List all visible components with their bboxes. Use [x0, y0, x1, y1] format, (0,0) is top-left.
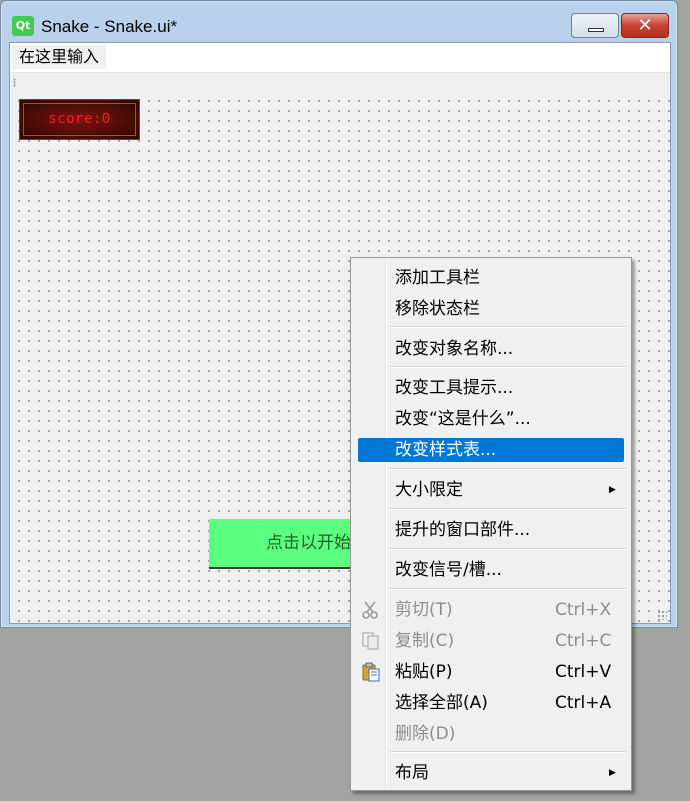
- menu-item-remove-statusbar[interactable]: 移除状态栏: [354, 297, 628, 321]
- menu-item-label: 改变信号/槽...: [395, 560, 502, 580]
- menu-item-promoted-widgets[interactable]: 提升的窗口部件...: [354, 518, 628, 542]
- menu-item-label: 改变样式表...: [395, 440, 497, 460]
- menu-item-label: 改变对象名称...: [395, 339, 514, 359]
- menu-item-layout[interactable]: 布局 ▶: [354, 761, 628, 785]
- menu-item-change-stylesheet[interactable]: 改变样式表...: [358, 438, 624, 462]
- score-label[interactable]: score:0: [19, 99, 140, 140]
- scissors-icon: [362, 601, 378, 619]
- window-title: Snake - Snake.ui*: [41, 17, 178, 36]
- menu-type-here-input[interactable]: 在这里输入: [12, 45, 107, 69]
- menu-item-label: 剪切(T): [395, 600, 453, 620]
- menu-separator: [390, 588, 626, 590]
- menu-item-label: 复制(C): [395, 631, 455, 651]
- menu-item-select-all[interactable]: 选择全部(A) Ctrl+A: [354, 691, 628, 715]
- menu-item-change-object-name[interactable]: 改变对象名称...: [354, 337, 628, 361]
- menu-separator: [390, 468, 626, 470]
- menu-item-change-signals-slots[interactable]: 改变信号/槽...: [354, 558, 628, 582]
- submenu-arrow-icon: ▶: [609, 485, 616, 495]
- close-button[interactable]: ✕: [621, 13, 669, 38]
- score-text: score:0: [48, 111, 111, 127]
- menu-item-cut[interactable]: 剪切(T) Ctrl+X: [354, 598, 628, 622]
- menu-item-label: 选择全部(A): [395, 693, 488, 713]
- close-icon: ✕: [637, 15, 653, 36]
- menu-item-change-tooltip[interactable]: 改变工具提示...: [354, 376, 628, 400]
- menu-separator: [390, 366, 626, 368]
- copy-icon: [362, 632, 379, 650]
- menu-item-label: 大小限定: [395, 480, 463, 500]
- menu-item-shortcut: Ctrl+V: [555, 662, 612, 682]
- menu-item-label: 粘贴(P): [395, 662, 453, 682]
- menu-item-delete[interactable]: 删除(D): [354, 722, 628, 746]
- minimize-icon: [588, 28, 604, 32]
- context-menu: 添加工具栏 移除状态栏 改变对象名称... 改变工具提示... 改变“这是什么”…: [350, 257, 632, 791]
- menu-item-copy[interactable]: 复制(C) Ctrl+C: [354, 629, 628, 653]
- menu-item-label: 改变“这是什么”...: [395, 409, 531, 429]
- menu-item-shortcut: Ctrl+A: [555, 693, 612, 713]
- menu-separator: [390, 326, 626, 328]
- menu-item-label: 提升的窗口部件...: [395, 520, 531, 540]
- menu-item-add-toolbar[interactable]: 添加工具栏: [354, 266, 628, 290]
- paste-icon: [362, 662, 380, 682]
- menu-item-size-constraints[interactable]: 大小限定 ▶: [354, 478, 628, 502]
- qt-logo-icon: Qt: [12, 16, 34, 36]
- toolbar-grip-icon[interactable]: [13, 78, 16, 87]
- menu-item-shortcut: Ctrl+C: [555, 631, 612, 651]
- menu-item-paste[interactable]: 粘贴(P) Ctrl+V: [354, 660, 628, 684]
- submenu-arrow-icon: ▶: [609, 768, 616, 778]
- menu-item-change-whatsthis[interactable]: 改变“这是什么”...: [354, 407, 628, 431]
- menu-separator: [390, 751, 626, 753]
- menu-separator: [390, 508, 626, 510]
- menu-item-label: 改变工具提示...: [395, 378, 514, 398]
- menu-bar: 在这里输入: [10, 43, 670, 72]
- toolbar-area: [10, 72, 670, 94]
- menu-item-shortcut: Ctrl+X: [555, 600, 612, 620]
- menu-item-label: 删除(D): [395, 724, 456, 744]
- title-bar[interactable]: Qt Snake - Snake.ui* ✕: [1, 1, 677, 41]
- minimize-button[interactable]: [571, 13, 619, 38]
- menu-separator: [390, 548, 626, 550]
- menu-item-label: 添加工具栏: [395, 268, 480, 288]
- menu-item-label: 布局: [395, 763, 429, 783]
- menu-item-label: 移除状态栏: [395, 299, 480, 319]
- resize-grip-icon[interactable]: [657, 610, 667, 620]
